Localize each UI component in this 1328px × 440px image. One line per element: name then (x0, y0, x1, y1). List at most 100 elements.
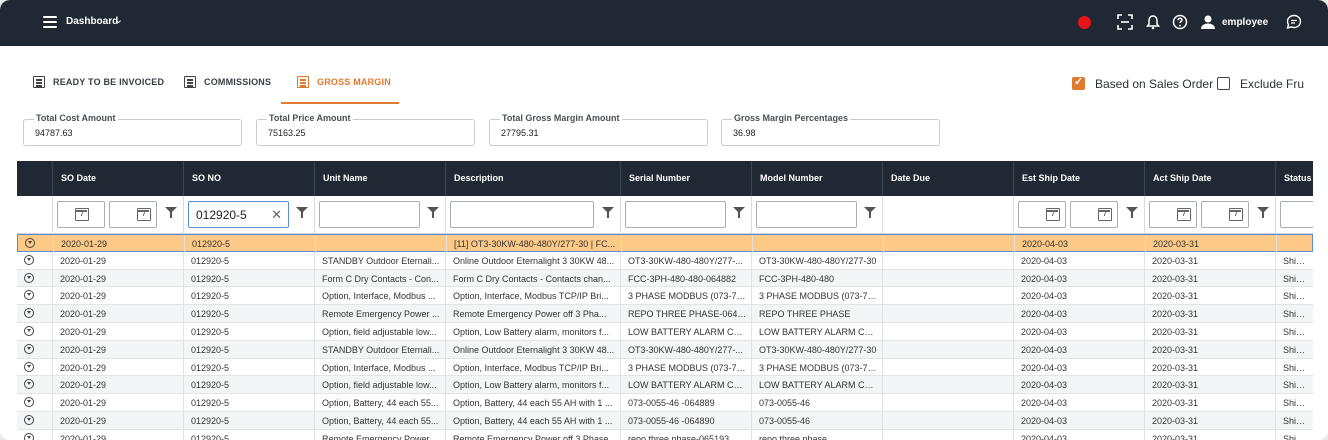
column-divider (1014, 235, 1015, 253)
filter-icon[interactable] (427, 207, 439, 218)
table-row[interactable]: 2020-01-29 012920-5 STANDBY Outdoor Eterna… (17, 251, 1313, 270)
expand-row-icon[interactable] (24, 254, 34, 265)
filter-icon[interactable] (1126, 207, 1138, 218)
expand-row-icon[interactable] (24, 415, 34, 425)
dashboard-menu[interactable]: Dashboard (66, 16, 118, 27)
bell-icon[interactable] (1145, 14, 1161, 30)
calendar-icon[interactable] (75, 208, 89, 221)
est-ship-date-from-input[interactable] (1018, 201, 1066, 228)
clear-icon[interactable]: ✕ (271, 207, 282, 223)
header-date-due[interactable]: Date Due (882, 161, 1013, 196)
cell-model-number: 3 PHASE MODBUS (073-71... (759, 362, 878, 373)
help-icon[interactable] (1172, 14, 1188, 30)
expand-row-icon[interactable] (24, 379, 34, 390)
header-expand (17, 161, 52, 196)
so-date-to-input[interactable] (109, 201, 157, 228)
calendar-icon[interactable] (1098, 208, 1112, 221)
expand-row-icon[interactable] (24, 432, 34, 440)
cell-so-no: 012920-5 (191, 291, 230, 302)
act-ship-date-from-input[interactable] (1149, 201, 1197, 228)
act-ship-date-to-input[interactable] (1201, 201, 1249, 228)
table-row[interactable]: 2020-01-29 012920-5 Option, Interface, Mod… (17, 287, 1313, 306)
column-divider (752, 235, 753, 253)
table-row[interactable]: 2020-01-29 012920-5 Option, field adjustab… (17, 376, 1313, 395)
column-divider (314, 376, 315, 395)
expand-row-icon[interactable] (25, 238, 35, 248)
expand-row-icon[interactable] (24, 397, 34, 408)
tab-gross-margin[interactable]: GROSS MARGIN (297, 76, 391, 105)
unit-name-filter-input[interactable] (319, 201, 420, 228)
est-ship-date-to-input[interactable] (1070, 201, 1118, 228)
expand-row-icon[interactable] (24, 290, 34, 301)
calendar-icon[interactable] (137, 208, 151, 221)
table-row[interactable]: 2020-01-29 012920-5 Remote Emergency Power… (17, 305, 1313, 323)
calendar-icon[interactable] (1177, 208, 1191, 221)
header-model-number[interactable]: Model Number (751, 161, 882, 196)
based-on-sales-order-label[interactable]: Based on Sales Order (1095, 77, 1213, 91)
table-row[interactable]: 2020-01-29 012920-5 Option, field adjustab… (17, 323, 1313, 341)
description-filter-input[interactable] (450, 201, 594, 228)
column-divider (445, 287, 446, 306)
table-row[interactable]: 2020-01-29 012920-5 Option, Battery, 44 ea… (17, 412, 1313, 430)
header-act-ship-date[interactable]: Act Ship Date (1144, 161, 1275, 196)
table-row[interactable]: 2020-01-29 012920-5 Option, Interface, Mod… (17, 358, 1313, 377)
tab-ready-to-be-invoiced[interactable]: READY TO BE INVOICED (33, 76, 164, 105)
header-so-no[interactable]: SO NO (183, 161, 314, 196)
total-price-amount-field[interactable]: Total Price Amount 75163.25 (256, 113, 475, 146)
column-divider (1144, 394, 1145, 412)
user-avatar-icon[interactable] (1200, 14, 1216, 30)
expand-row-icon[interactable] (24, 343, 34, 354)
table-row[interactable]: 2020-01-29 012920-5 Remote Emergency Power… (17, 429, 1313, 440)
calendar-icon[interactable] (1046, 208, 1060, 221)
filter-icon[interactable] (296, 207, 308, 218)
exclude-fru-label[interactable]: Exclude Fru (1240, 77, 1304, 91)
header-est-ship-date[interactable]: Est Ship Date (1013, 161, 1144, 196)
header-serial-number[interactable]: Serial Number (620, 161, 751, 196)
total-gross-margin-amount-field[interactable]: Total Gross Margin Amount 27795.31 (489, 113, 708, 146)
gross-margin-percentages-field[interactable]: Gross Margin Percentages 36.98 (721, 113, 940, 146)
user-name[interactable]: employee (1222, 17, 1268, 28)
so-no-filter-input[interactable]: 012920-5 ✕ (188, 201, 289, 228)
based-on-sales-order-checkbox[interactable] (1072, 75, 1085, 90)
header-description[interactable]: Description (445, 161, 620, 196)
serial-number-filter-input[interactable] (625, 201, 726, 228)
chat-icon[interactable] (1286, 14, 1302, 30)
column-divider (52, 323, 53, 341)
tab-commissions[interactable]: COMMISSIONS (184, 76, 271, 105)
expand-row-icon[interactable] (24, 361, 34, 372)
column-divider (314, 305, 315, 323)
header-status[interactable]: Status (1275, 161, 1313, 196)
column-divider (183, 305, 184, 323)
cell-description: Remote Emergency Power off 3 Phase (453, 433, 609, 440)
filter-icon[interactable] (1257, 207, 1269, 218)
calendar-icon[interactable] (1229, 208, 1243, 221)
cell-unit-name: Option, field adjustable low... (322, 380, 437, 391)
filter-icon[interactable] (864, 207, 876, 218)
column-divider (445, 358, 446, 377)
expand-row-icon[interactable] (24, 308, 34, 319)
menu-icon[interactable] (43, 16, 57, 28)
column-divider (1276, 235, 1277, 253)
expand-row-icon[interactable] (24, 326, 34, 336)
expand-row-icon[interactable] (24, 272, 34, 283)
filter-icon[interactable] (165, 207, 177, 218)
filter-icon[interactable] (602, 207, 614, 218)
header-unit-name[interactable]: Unit Name (314, 161, 445, 196)
column-divider (52, 340, 53, 359)
exclude-fru-checkbox[interactable] (1217, 77, 1230, 90)
table-row-selected[interactable]: 2020-01-29 012920-5 [11] OT3-30KW-480-480Y… (17, 234, 1313, 253)
header-so-date[interactable]: SO Date (52, 161, 183, 196)
model-number-filter-input[interactable] (756, 201, 857, 228)
filter-icon[interactable] (733, 207, 745, 218)
table-row[interactable]: 2020-01-29 012920-5 Option, Battery, 44 ea… (17, 394, 1313, 412)
column-divider (620, 305, 621, 323)
scan-icon[interactable] (1117, 14, 1133, 30)
table-row[interactable]: 2020-01-29 012920-5 Form C Dry Contacts - … (17, 269, 1313, 288)
cell-so-date: 2020-01-29 (60, 416, 107, 426)
total-cost-amount-field[interactable]: Total Cost Amount 94787.63 (23, 113, 242, 146)
table-row[interactable]: 2020-01-29 012920-5 STANDBY Outdoor Eterna… (17, 340, 1313, 359)
status-filter-input[interactable] (1280, 201, 1313, 228)
so-date-from-input[interactable] (57, 201, 105, 228)
chevron-down-icon[interactable]: ⌄ (114, 13, 123, 26)
cell-so-date: 2020-01-29 (60, 273, 107, 284)
